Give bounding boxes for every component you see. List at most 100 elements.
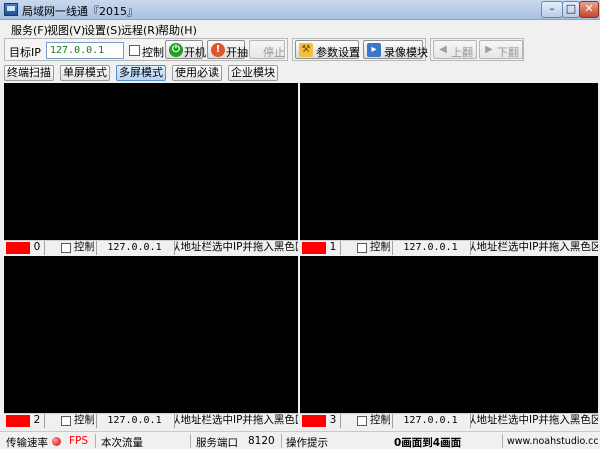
menu-view[interactable]: 视图(V) (47, 22, 85, 38)
maximize-button[interactable]: □ (562, 1, 580, 18)
tab-terminal-scan[interactable]: 终端扫描 (4, 65, 54, 81)
menu-bar: 服务(F) 视图(V) 设置(S) 远程(R) 帮助(H) (0, 20, 600, 37)
recorder-module-label: 录像模块 (384, 46, 428, 59)
pane-control-checkbox-0[interactable] (61, 243, 71, 253)
pane-control-checkbox-3[interactable] (357, 416, 367, 426)
speed-label: 传输速率 (6, 437, 48, 449)
port-label: 服务端口 (196, 437, 238, 449)
tip-value: 0画面到4画面 (394, 437, 462, 449)
page-down-button[interactable]: ▶ 下翻 (479, 40, 523, 59)
pane-hint-text-2: 从地址栏选中IP并拖入黑色区域 (174, 414, 298, 426)
control-checkbox-label: 控制 (142, 46, 164, 59)
menu-remote[interactable]: 远程(R) (121, 22, 159, 38)
app-icon (4, 3, 18, 16)
pane-index-0: 0 (33, 241, 41, 253)
pane-status-1: 1 控制 127.0.0.1 从地址栏选中IP并拖入黑色区域 (300, 240, 598, 255)
pane-hint-text-3: 从地址栏选中IP并拖入黑色区域 (470, 414, 598, 426)
pane-index-1: 1 (329, 241, 337, 253)
power-on-label: 开机 (184, 46, 206, 59)
alert-icon: ! (211, 43, 225, 57)
tab-single-screen[interactable]: 单屏模式 (60, 65, 110, 81)
tools-icon: ⚒ (299, 43, 313, 57)
pane-hint-0: 从地址栏选中IP并拖入黑色区域 (174, 241, 298, 255)
pane-status-0: 0 控制 127.0.0.1 从地址栏选中IP并拖入黑色区域 (4, 240, 298, 255)
pane-control-label-3: 控制 (370, 414, 390, 426)
pane-index-2: 2 (33, 414, 41, 426)
pane-status-2: 2 控制 127.0.0.1 从地址栏选中IP并拖入黑色区域 (4, 413, 298, 428)
remote-screen-1[interactable] (300, 83, 598, 240)
title-bar: 局域网一线通『2015』 – □ ✕ (0, 0, 600, 20)
fps-label: FPS (69, 435, 89, 447)
connection-indicator-1 (302, 242, 326, 254)
connection-group: 目标IP 127.0.0.1 控制 ⏻ 开机 ! 开抽 停止 (4, 38, 288, 61)
mode-tabs: 终端扫描 单屏模式 多屏模式 使用必读 企业模块 (0, 64, 600, 82)
target-ip-label: 目标IP (9, 46, 41, 59)
pane-control-checkbox-2[interactable] (61, 416, 71, 426)
pane-control-label-0: 控制 (74, 241, 94, 253)
tab-enterprise[interactable]: 企业模块 (228, 65, 278, 81)
pane-ip-2: 127.0.0.1 (96, 414, 172, 428)
connection-indicator-2 (6, 415, 30, 427)
pane-status-3: 3 控制 127.0.0.1 从地址栏选中IP并拖入黑色区域 (300, 413, 598, 428)
pane-control-label-1: 控制 (370, 241, 390, 253)
screen-pane-2: 2 控制 127.0.0.1 从地址栏选中IP并拖入黑色区域 (4, 256, 298, 428)
pane-control-checkbox-1[interactable] (357, 243, 367, 253)
recorder-module-button[interactable]: ▸ 录像模块 (363, 40, 428, 59)
pane-hint-1: 从地址栏选中IP并拖入黑色区域 (470, 241, 598, 255)
window-title: 局域网一线通『2015』 (22, 5, 138, 18)
status-divider (281, 434, 282, 448)
tab-user-guide[interactable]: 使用必读 (172, 65, 222, 81)
connection-indicator-3 (302, 415, 326, 427)
page-down-label: 下翻 (497, 46, 519, 59)
pane-ip-0: 127.0.0.1 (96, 241, 172, 255)
screen-pane-1: 1 控制 127.0.0.1 从地址栏选中IP并拖入黑色区域 (300, 83, 598, 255)
pane-hint-2: 从地址栏选中IP并拖入黑色区域 (174, 414, 298, 428)
remote-screen-2[interactable] (4, 256, 298, 413)
start-label: 开抽 (226, 46, 248, 59)
pane-control-label-2: 控制 (74, 414, 94, 426)
port-value: 8120 (248, 435, 275, 447)
target-ip-input[interactable]: 127.0.0.1 (46, 42, 124, 59)
page-up-label: 上翻 (451, 46, 473, 59)
menu-help[interactable]: 帮助(H) (158, 22, 197, 38)
control-checkbox[interactable] (129, 45, 140, 56)
toolbar: 目标IP 127.0.0.1 控制 ⏻ 开机 ! 开抽 停止 ⚒ 参数设置 ▸ … (0, 37, 600, 62)
tab-multi-screen[interactable]: 多屏模式 (116, 65, 166, 81)
pane-control-2: 控制 (44, 414, 94, 428)
pane-hint-3: 从地址栏选中IP并拖入黑色区域 (470, 414, 598, 428)
arrow-left-icon: ◀ (439, 44, 447, 55)
page-up-button[interactable]: ◀ 上翻 (433, 40, 477, 59)
connection-indicator-0 (6, 242, 30, 254)
power-icon: ⏻ (169, 43, 183, 57)
website-link[interactable]: www.noahstudio.cc (507, 436, 599, 447)
params-settings-label: 参数设置 (316, 46, 360, 59)
camera-icon: ▸ (367, 43, 381, 57)
power-on-button[interactable]: ⏻ 开机 (165, 40, 206, 59)
pane-hint-text-1: 从地址栏选中IP并拖入黑色区域 (470, 241, 598, 253)
paging-group: ◀ 上翻 ▶ 下翻 (430, 38, 524, 61)
status-divider (95, 434, 96, 448)
pane-control-1: 控制 (340, 241, 390, 255)
status-bar: 传输速率 FPS 本次流量 服务端口 8120 操作提示 0画面到4画面 www… (0, 431, 600, 449)
multi-screen-area: 0 控制 127.0.0.1 从地址栏选中IP并拖入黑色区域 1 控制 127.… (4, 83, 598, 429)
status-divider (502, 434, 503, 448)
record-indicator-icon (52, 437, 61, 446)
close-button[interactable]: ✕ (579, 1, 599, 18)
menu-service[interactable]: 服务(F) (11, 22, 48, 38)
pane-control-0: 控制 (44, 241, 94, 255)
pane-index-3: 3 (329, 414, 337, 426)
stop-label: 停止 (263, 46, 285, 59)
tip-label: 操作提示 (286, 437, 328, 449)
stop-button[interactable]: 停止 (249, 40, 285, 59)
menu-settings[interactable]: 设置(S) (84, 22, 122, 38)
minimize-button[interactable]: – (541, 1, 563, 18)
traffic-label: 本次流量 (101, 437, 143, 449)
remote-screen-0[interactable] (4, 83, 298, 240)
modules-group: ⚒ 参数设置 ▸ 录像模块 (292, 38, 428, 61)
params-settings-button[interactable]: ⚒ 参数设置 (295, 40, 360, 59)
start-button[interactable]: ! 开抽 (207, 40, 248, 59)
pane-control-3: 控制 (340, 414, 390, 428)
screen-pane-0: 0 控制 127.0.0.1 从地址栏选中IP并拖入黑色区域 (4, 83, 298, 255)
remote-screen-3[interactable] (300, 256, 598, 413)
pane-ip-1: 127.0.0.1 (392, 241, 468, 255)
